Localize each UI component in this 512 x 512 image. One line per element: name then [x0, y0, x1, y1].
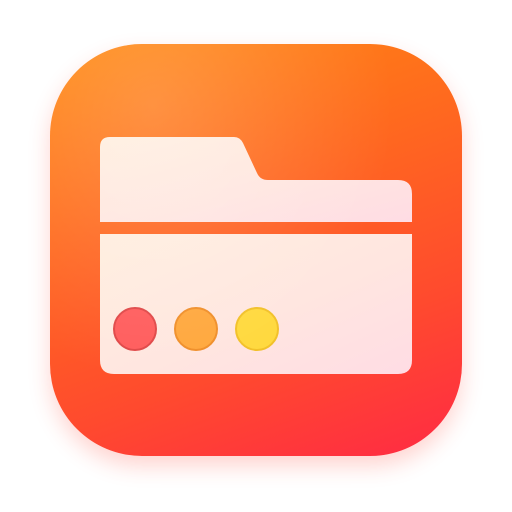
minimize-dot — [174, 307, 218, 351]
folder-tab — [100, 137, 412, 222]
zoom-dot — [235, 307, 279, 351]
window-controls — [113, 307, 279, 351]
folder-body — [100, 234, 412, 374]
close-dot — [113, 307, 157, 351]
folder-window-app-icon[interactable] — [50, 44, 462, 456]
folder-icon — [100, 137, 412, 374]
icon-canvas — [0, 0, 512, 512]
